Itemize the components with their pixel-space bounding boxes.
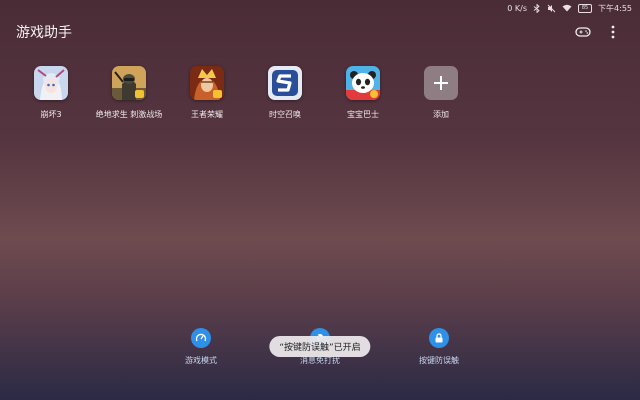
wifi-icon (562, 4, 572, 12)
game-item-pubg[interactable]: 绝地求生 刺激战场 (90, 66, 168, 120)
key-lock-button[interactable]: 按键防误触 (399, 328, 479, 366)
game-label: 时空召唤 (269, 110, 301, 119)
game-label: 崩坏3 (40, 110, 62, 119)
game-label: 添加 (433, 110, 449, 119)
game-item-time-space-summon[interactable]: 时空召唤 (246, 66, 324, 120)
key-lock-label: 按键防误触 (419, 356, 459, 365)
game-label: 宝宝巴士 (347, 110, 379, 119)
game-mode-label: 游戏模式 (185, 356, 217, 365)
toast-message: “按键防误触”已开启 (269, 336, 371, 357)
plus-icon (424, 66, 458, 100)
time-space-summon-icon (268, 66, 302, 100)
battery-indicator: 85 (578, 3, 593, 13)
app-bar: 游戏助手 (0, 16, 640, 48)
page-title: 游戏助手 (16, 25, 72, 41)
mute-icon (547, 4, 556, 13)
bluetooth-icon (533, 3, 541, 13)
status-time: 下午4:55 (598, 3, 632, 13)
status-bar: 0 K/s 85 下午4:55 (0, 0, 640, 16)
pubg-mobile-icon (112, 66, 146, 100)
lock-icon (429, 328, 449, 348)
game-item-honkai3[interactable]: 崩坏3 (12, 66, 90, 120)
speedometer-icon (191, 328, 211, 348)
more-vert-icon (611, 25, 615, 39)
game-label: 绝地求生 刺激战场 (95, 110, 163, 119)
game-label: 王者荣耀 (191, 110, 223, 119)
game-item-babybus[interactable]: 宝宝巴士 (324, 66, 402, 120)
gamepad-button[interactable] (572, 21, 594, 43)
honor-of-kings-icon (190, 66, 224, 100)
network-speed: 0 K/s (507, 3, 528, 13)
add-game-button[interactable]: 添加 (402, 66, 480, 120)
game-list: 崩坏3 绝地求生 刺激战场 王者荣耀 时空召唤 宝宝巴士 添加 (12, 66, 628, 120)
game-item-honor-of-kings[interactable]: 王者荣耀 (168, 66, 246, 120)
game-mode-button[interactable]: 游戏模式 (161, 328, 241, 366)
babybus-panda-icon (346, 66, 380, 100)
more-options-button[interactable] (602, 21, 624, 43)
gamepad-icon (575, 27, 591, 37)
honkai-impact-3-icon (34, 66, 68, 100)
